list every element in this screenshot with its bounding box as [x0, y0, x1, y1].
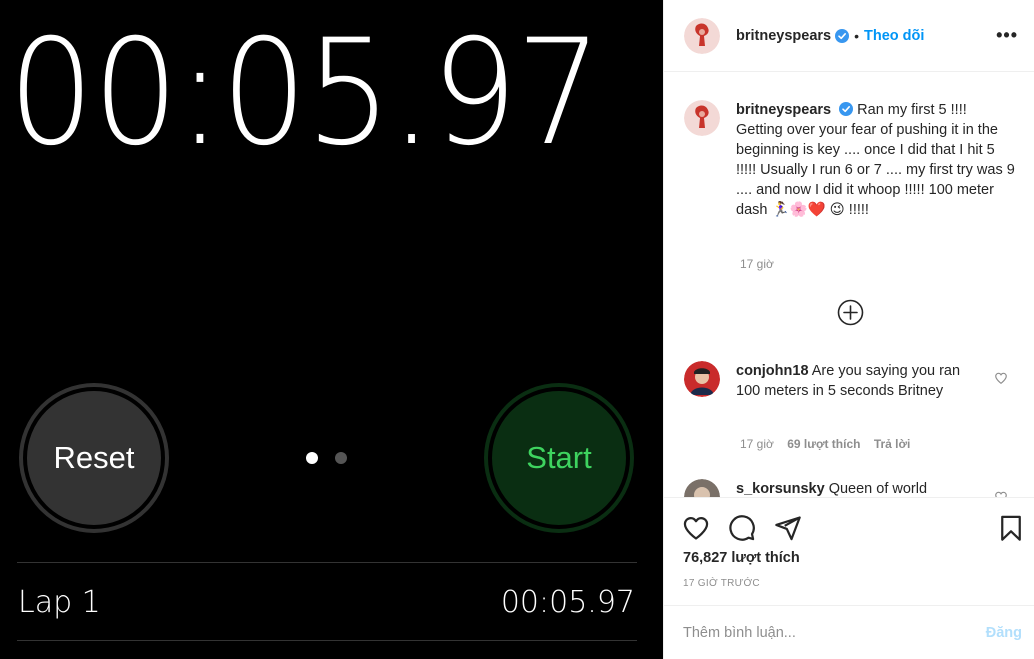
caption-text: Ran my first 5 !!!! Getting over your fe…: [736, 102, 1015, 218]
avatar[interactable]: [684, 361, 720, 397]
action-bar: 76,827 lượt thích 17 GIỜ TRƯỚC: [664, 497, 1034, 605]
follow-button[interactable]: Theo dõi: [864, 28, 924, 44]
caption-text-block: britneyspears Ran my first 5 !!!! Gettin…: [736, 100, 1016, 220]
comment-time[interactable]: 17 giờ: [740, 437, 774, 451]
post-media[interactable]: 00:05.97 Reset Start Lap 1 00:05.97: [0, 0, 663, 659]
share-paper-plane-icon[interactable]: [774, 514, 802, 542]
comment-username[interactable]: s_korsunsky: [736, 481, 825, 497]
comment-item: conjohn18 Are you saying you ran 100 met…: [684, 361, 968, 401]
comment-username[interactable]: conjohn18: [736, 363, 809, 379]
like-heart-icon[interactable]: [682, 514, 710, 542]
avatar[interactable]: [684, 100, 720, 136]
verified-badge-icon: [839, 102, 854, 116]
avatar[interactable]: [684, 479, 720, 497]
add-comment-bar: Đăng: [664, 605, 1034, 659]
reset-button: Reset: [19, 383, 169, 533]
start-button: Start: [484, 383, 634, 533]
start-label: Start: [526, 440, 592, 475]
stopwatch-time: 00:05.97: [8, 8, 602, 178]
lap-divider-top: [17, 562, 637, 563]
post-header: britneyspears • Theo dõi •••: [664, 0, 1034, 72]
save-bookmark-icon[interactable]: [997, 514, 1025, 542]
post-sidebar: britneyspears • Theo dõi ••• britneyspea…: [663, 0, 1034, 659]
comment-text-block: s_korsunsky Queen of world: [736, 479, 927, 497]
comment-like-heart-icon[interactable]: [994, 490, 1008, 497]
comment-input[interactable]: [683, 624, 986, 641]
lap-time: 00:05.97: [500, 585, 635, 620]
caption-username[interactable]: britneyspears: [736, 102, 831, 118]
comment-like-heart-icon[interactable]: [994, 371, 1008, 385]
more-options-icon[interactable]: •••: [996, 25, 1018, 46]
post-comment-button[interactable]: Đăng: [986, 625, 1022, 641]
comment-text: Queen of world: [828, 481, 928, 497]
comment-meta: 17 giờ 69 lượt thích Trả lời: [740, 437, 910, 451]
post-timestamp[interactable]: 17 GIỜ TRƯỚC: [683, 578, 760, 589]
page-indicator-inactive: [335, 452, 347, 464]
header-username[interactable]: britneyspears: [736, 28, 831, 44]
caption: britneyspears Ran my first 5 !!!! Gettin…: [684, 100, 1016, 220]
comment-text-block: conjohn18 Are you saying you ran 100 met…: [736, 361, 968, 401]
likes-count[interactable]: 76,827 lượt thích: [683, 550, 800, 566]
load-more-comments-icon[interactable]: [837, 299, 864, 326]
comment-bubble-icon[interactable]: [728, 514, 756, 542]
dot-separator: •: [854, 27, 860, 44]
lap-divider-bottom: [17, 640, 637, 641]
reply-button[interactable]: Trả lời: [874, 437, 911, 451]
page-indicator-active: [306, 452, 318, 464]
comment-item: s_korsunsky Queen of world: [684, 479, 927, 497]
reset-label: Reset: [53, 440, 135, 475]
caption-time[interactable]: 17 giờ: [740, 257, 774, 271]
verified-badge-icon: [835, 28, 850, 43]
comment-likes[interactable]: 69 lượt thích: [787, 437, 860, 451]
comments-list[interactable]: britneyspears Ran my first 5 !!!! Gettin…: [664, 73, 1034, 497]
lap-label: Lap 1: [18, 585, 101, 620]
avatar[interactable]: [684, 17, 720, 54]
